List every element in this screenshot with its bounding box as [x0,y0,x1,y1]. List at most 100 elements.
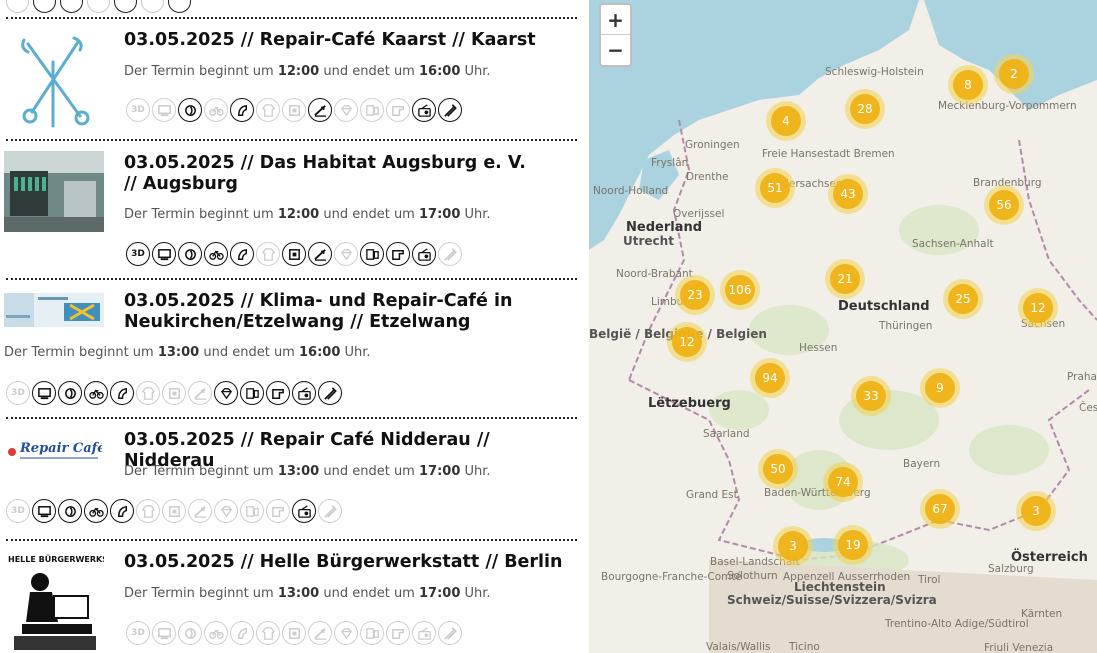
start-time: 13:00 [277,586,320,601]
sewing-icon [266,381,290,405]
category-icon [33,0,56,13]
event-time: Der Termin beginnt um 12:00 und endet um… [124,207,491,222]
map-cluster[interactable]: 33 [851,376,891,416]
cluster-count: 33 [856,381,886,411]
map-cluster[interactable]: 94 [750,358,790,398]
bicycle-icon [204,98,228,122]
cluster-count: 19 [838,530,868,560]
event-title[interactable]: 03.05.2025 // Helle Bürgerwerkstatt // B… [124,552,574,573]
event-title[interactable]: 03.05.2025 // Klima- und Repair-Café in … [124,291,574,333]
map-label: Ticino [789,641,820,653]
cluster-count: 8 [953,70,983,100]
end-time: 17:00 [418,207,461,222]
end-time: 16:00 [418,64,461,79]
event-map[interactable]: + − Schleswig-Holstein Mecklenburg-Vorpom… [589,0,1097,653]
category-icon [87,0,110,13]
map-label: Tirol [918,574,941,586]
map-label: Freie Hansestadt Bremen [762,148,895,160]
soldering-icon [308,621,332,645]
electric-icon [110,381,134,405]
map-cluster[interactable]: 19 [833,525,873,565]
event-title[interactable]: 03.05.2025 // Das Habitat Augsburg e. V.… [124,153,544,195]
map-cluster[interactable]: 4 [766,101,806,141]
map-cluster[interactable]: 28 [845,89,885,129]
time-suffix: Uhr. [460,207,491,222]
event-title[interactable]: 03.05.2025 // Repair-Café Kaarst // Kaar… [124,30,574,51]
event-time: Der Termin beginnt um 12:00 und endet um… [124,64,491,79]
jewelry-icon [334,242,358,266]
map-cluster[interactable]: 9 [920,368,960,408]
map-label: Valais/Wallis [706,641,771,653]
map-cluster[interactable]: 23 [675,275,715,315]
map-label: Fryslân [651,157,689,169]
map-cluster[interactable]: 12 [667,322,707,362]
radio-icon [412,621,436,645]
repair-tools-icon [318,499,342,523]
vacuum-icon [178,242,202,266]
3d-printing-icon: 3D [6,381,30,405]
map-cluster[interactable]: 3 [773,526,813,566]
soldering-icon [188,499,212,523]
category-icon [114,0,137,13]
category-icons: 3D [126,242,462,266]
3d-printing-icon: 3D [126,621,150,645]
furniture-icon [282,98,306,122]
map-label: Friuli Venezia [984,642,1054,653]
map-label: Noord-Holland [593,185,669,197]
zoom-out-button[interactable]: − [601,35,630,65]
cluster-count: 56 [989,190,1019,220]
map-cluster[interactable]: 56 [984,185,1024,225]
map-label: Trentino-Alto Adige/Südtirol [885,618,1029,630]
sewing-icon [386,621,410,645]
zoom-control: + − [599,3,632,67]
map-cluster[interactable]: 74 [823,462,863,502]
time-mid: und endet um [319,464,419,479]
zoom-in-button[interactable]: + [601,5,630,35]
map-cluster[interactable]: 21 [825,259,865,299]
3d-printing-icon: 3D [6,499,30,523]
map-cluster[interactable]: 106 [720,270,760,310]
map-label: Liechtenstein [794,580,886,594]
time-prefix: Der Termin beginnt um [4,345,158,360]
map-label: Sachsen-Anhalt [912,238,994,250]
start-time: 13:00 [157,345,200,360]
time-prefix: Der Termin beginnt um [124,464,278,479]
electric-icon [110,499,134,523]
map-cluster[interactable]: 51 [755,168,795,208]
event-banner [4,293,104,327]
category-icon [6,0,29,13]
textile-icon [136,381,160,405]
bicycle-icon [84,381,108,405]
cluster-count: 4 [771,106,801,136]
cluster-count: 67 [925,494,955,524]
map-cluster[interactable]: 2 [994,54,1034,94]
map-cluster[interactable]: 43 [828,174,868,214]
event-item: 03.05.2025 // Klima- und Repair-Café in … [0,279,589,417]
event-time: Der Termin beginnt um 13:00 und endet um… [4,345,371,360]
textile-icon [256,621,280,645]
vacuum-icon [58,499,82,523]
map-cluster[interactable]: 12 [1018,288,1058,328]
repair-cafe-logo: Repair Café [6,436,102,468]
map-label: Overijssel [673,208,725,220]
radio-icon [412,98,436,122]
computer-icon [32,381,56,405]
map-cluster[interactable]: 50 [758,449,798,489]
end-time: 16:00 [298,345,341,360]
map-cluster[interactable]: 67 [920,489,960,529]
electric-icon [230,242,254,266]
map-label: Lëtzebuerg [648,396,731,411]
3d-printing-icon: 3D [126,98,150,122]
jewelry-icon [214,499,238,523]
time-mid: und endet um [319,586,419,601]
computer-icon [152,98,176,122]
map-cluster[interactable]: 8 [948,65,988,105]
cluster-count: 23 [680,280,710,310]
repair-tools-icon [438,242,462,266]
bicycle-icon [204,621,228,645]
repair-tools-icon [318,381,342,405]
time-suffix: Uhr. [460,586,491,601]
mobile-icon [240,499,264,523]
map-cluster[interactable]: 25 [943,279,983,319]
map-cluster[interactable]: 3 [1016,491,1056,531]
